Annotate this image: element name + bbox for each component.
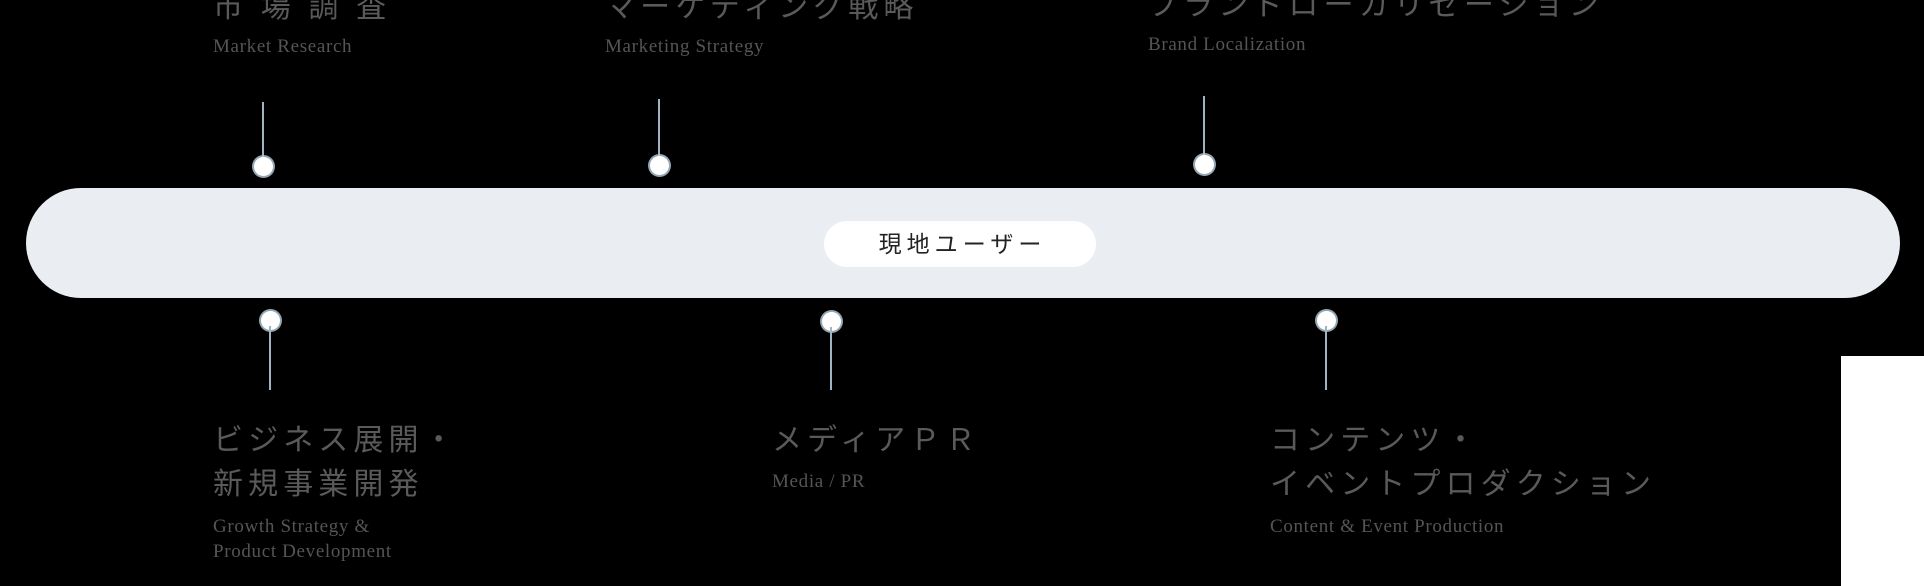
node-label-market-research: 市 場 調 査 Market Research <box>213 0 391 60</box>
diagram-canvas: 市 場 調 査 Market Research マーケティング戦略 Market… <box>0 0 1924 586</box>
local-users-pill-label: 現地ユーザー <box>874 233 1047 256</box>
node-label-ja-line2: イベントプロダクション <box>1270 463 1656 507</box>
node-label-en-line1: Content & Event Production <box>1270 514 1656 540</box>
node-label-en: Marketing Strategy <box>605 34 919 60</box>
node-label-ja-line2: 新規事業開発 <box>213 463 459 507</box>
connector-stem-content-event <box>1325 326 1327 390</box>
connector-stem-growth-strategy <box>269 326 271 390</box>
node-label-media-pr: メディアＰＲ Media / PR <box>772 419 981 495</box>
node-label-en-line1: Growth Strategy & <box>213 514 459 540</box>
node-label-growth-strategy: ビジネス展開・ 新規事業開発 Growth Strategy & Product… <box>213 419 459 565</box>
node-label-ja-line1: コンテンツ・ <box>1270 419 1656 463</box>
connector-stem-media-pr <box>830 327 832 390</box>
connector-dot-market-research[interactable] <box>254 157 273 176</box>
node-label-ja: マーケティング戦略 <box>605 0 919 30</box>
node-label-en-line1: Media / PR <box>772 469 981 495</box>
node-label-ja: 市 場 調 査 <box>213 0 391 30</box>
node-label-ja: ブランドローカリゼーション <box>1148 0 1604 28</box>
node-label-en: Brand Localization <box>1148 32 1604 58</box>
corner-panel <box>1841 356 1924 586</box>
node-label-ja-line1: メディアＰＲ <box>772 419 981 463</box>
connector-dot-marketing-strategy[interactable] <box>650 156 669 175</box>
node-label-content-event: コンテンツ・ イベントプロダクション Content & Event Produ… <box>1270 419 1656 539</box>
node-label-brand-localization: ブランドローカリゼーション Brand Localization <box>1148 0 1604 58</box>
node-label-en-line2: Product Development <box>213 539 459 565</box>
connector-dot-brand-localization[interactable] <box>1195 155 1214 174</box>
node-label-en: Market Research <box>213 34 391 60</box>
node-label-ja-line1: ビジネス展開・ <box>213 419 459 463</box>
local-users-pill[interactable]: 現地ユーザー <box>824 221 1096 267</box>
node-label-marketing-strategy: マーケティング戦略 Marketing Strategy <box>605 0 919 60</box>
